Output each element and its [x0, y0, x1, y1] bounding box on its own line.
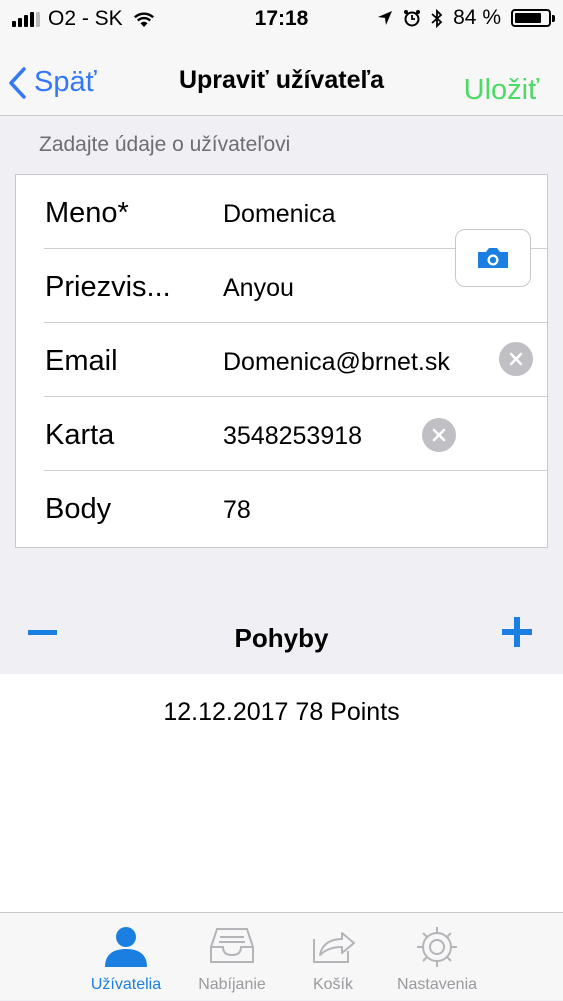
card-label: Karta	[45, 419, 115, 451]
email-row: Email Domenica@brnet.sk	[16, 323, 547, 397]
clear-x-icon	[509, 352, 523, 366]
email-field[interactable]: Domenica@brnet.sk	[223, 348, 450, 377]
battery-icon	[511, 9, 555, 27]
status-right: 84 %	[377, 6, 555, 30]
save-button[interactable]: Uložiť	[464, 74, 539, 107]
list-item[interactable]: 12.12.2017 78 Points	[0, 698, 563, 727]
moves-list: 12.12.2017 78 Points	[0, 674, 563, 912]
person-icon	[105, 927, 147, 967]
tab-users[interactable]: Užívatelia	[71, 913, 181, 1001]
inbox-tray-icon	[210, 928, 254, 963]
points-label: Body	[45, 493, 112, 525]
navigation-bar: Späť Upraviť užívateľa Uložiť	[0, 38, 563, 116]
first-name-field[interactable]: Domenica	[223, 200, 336, 229]
tab-cart[interactable]: Košík	[278, 913, 388, 1001]
tab-charging[interactable]: Nabíjanie	[177, 913, 287, 1001]
alarm-clock-icon	[404, 10, 421, 27]
tab-settings-label: Nastavenia	[396, 976, 478, 993]
last-name-field[interactable]: Anyou	[223, 274, 294, 303]
first-name-label: Meno*	[45, 197, 129, 229]
scan-card-button[interactable]	[455, 229, 531, 287]
last-name-label: Priezvis...	[45, 271, 171, 303]
tab-settings[interactable]: Nastavenia	[382, 913, 492, 1001]
tab-users-label: Užívatelia	[90, 976, 162, 993]
status-bar: O2 - SK 17:18 84 %	[0, 0, 563, 38]
tab-cart-label: Košík	[312, 976, 353, 993]
share-box-icon	[313, 932, 355, 963]
points-row: Body 78	[16, 471, 547, 545]
bluetooth-icon	[431, 8, 443, 28]
battery-percent: 84 %	[453, 6, 501, 29]
camera-icon	[478, 248, 508, 268]
clear-card-button[interactable]	[422, 418, 456, 452]
tab-bar: Užívatelia Nabíjanie Košík Nastavenia	[0, 912, 563, 1000]
points-field[interactable]: 78	[223, 496, 251, 525]
gear-icon	[417, 927, 457, 967]
form-section-header: Zadajte údaje o užívateľovi	[39, 133, 291, 156]
clear-x-icon	[432, 428, 446, 442]
add-move-button[interactable]	[502, 617, 532, 647]
card-field[interactable]: 3548253918	[223, 422, 362, 451]
email-label: Email	[45, 345, 118, 377]
card-row: Karta 3548253918	[16, 397, 547, 471]
tab-charging-label: Nabíjanie	[198, 976, 266, 993]
moves-title: Pohyby	[234, 623, 329, 653]
clear-email-button[interactable]	[499, 342, 533, 376]
location-arrow-icon	[378, 11, 393, 25]
